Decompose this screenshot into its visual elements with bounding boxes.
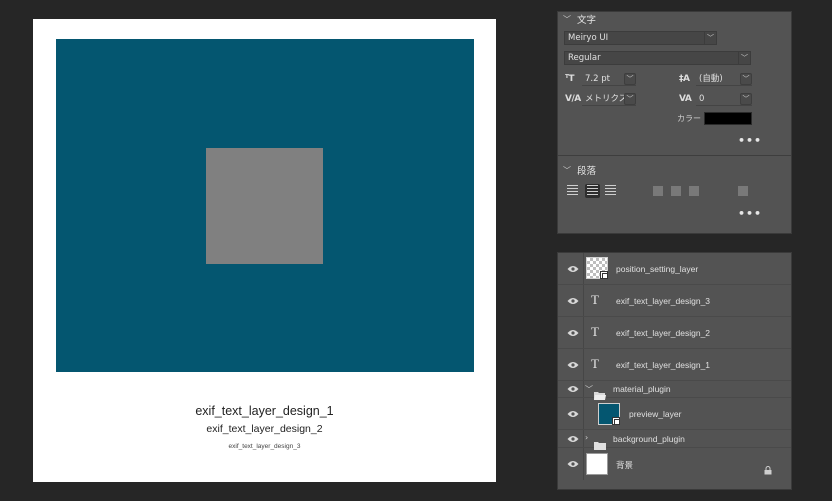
layer-name[interactable]: exif_text_layer_design_1 [616,360,710,370]
eye-divider [583,448,584,480]
eye-divider [583,253,584,284]
text-layer-icon: T [591,324,599,339]
layer-row[interactable]: T exif_text_layer_design_1 [558,349,791,381]
layer-row[interactable]: T exif_text_layer_design_2 [558,317,791,349]
justify-last-center-button[interactable] [671,186,681,196]
leading-value: (自動) [699,74,723,84]
photo-center-square [206,148,323,264]
layer-row[interactable]: 背景 [558,448,791,480]
align-center-button[interactable] [585,184,600,198]
caption-design-3: exif_text_layer_design_3 [228,443,301,450]
document-canvas[interactable]: exif_text_layer_design_1 exif_text_layer… [33,19,496,482]
layer-name[interactable]: position_setting_layer [616,264,698,274]
smart-object-icon [612,417,620,425]
leading-select[interactable]: (自動) ﹀ [696,73,752,86]
kerning-select[interactable]: メトリクス ﹀ [582,93,636,106]
layer-row[interactable]: T exif_text_layer_design_3 [558,285,791,317]
caption-design-2: exif_text_layer_design_2 [206,423,323,435]
preview-photo [56,39,474,372]
eye-icon[interactable] [567,435,579,443]
eye-icon[interactable] [567,265,579,273]
eye-icon[interactable] [567,361,579,369]
eye-divider [583,398,584,429]
eye-icon[interactable] [567,297,579,305]
chevron-down-icon[interactable]: ﹀ [585,384,593,395]
layers-panel: position_setting_layer T exif_text_layer… [557,252,792,490]
font-size-select[interactable]: 7.2 pt ﹀ [582,73,636,86]
chevron-down-icon: ﹀ [624,93,636,105]
tracking-icon: VA [679,94,692,104]
justify-last-right-button[interactable] [689,186,699,196]
eye-icon[interactable] [567,329,579,337]
font-family-value: Meiryo UI [568,33,609,43]
chevron-down-icon[interactable]: ﹀ [563,14,571,25]
layer-name[interactable]: 背景 [616,459,633,471]
layer-name[interactable]: background_plugin [613,434,685,444]
paragraph-title: 段落 [577,166,597,177]
eye-divider [583,430,584,447]
character-title: 文字 [577,15,597,26]
tracking-select[interactable]: 0 ﹀ [696,93,752,106]
kerning-icon: V/A [565,94,581,104]
paragraph-section-header[interactable]: ﹀ 段落 [558,163,597,178]
font-size-icon: ᵀT [565,74,575,84]
lock-icon[interactable] [764,460,772,475]
tracking-value: 0 [699,94,705,104]
layer-name[interactable]: material_plugin [613,384,671,394]
align-center-icon [587,185,598,196]
chevron-down-icon: ﹀ [740,73,752,85]
leading-icon: ‡A [679,74,690,84]
layer-group-row[interactable]: › background_plugin [558,430,791,450]
chevron-down-icon: ﹀ [740,93,752,105]
font-family-select[interactable]: Meiryo UI ﹀ [564,31,717,45]
font-size-value: 7.2 pt [585,74,610,84]
kerning-value: メトリクス [585,94,628,104]
chevron-down-icon: ﹀ [704,32,716,44]
layer-thumbnail [586,257,608,279]
layer-thumbnail [586,453,608,475]
chevron-down-icon: ﹀ [624,73,636,85]
layer-name[interactable]: preview_layer [629,409,681,419]
eye-divider [583,285,584,316]
chevron-down-icon[interactable]: ﹀ [563,165,571,176]
chevron-down-icon: ﹀ [738,52,750,64]
folder-open-icon [594,385,606,400]
eye-icon[interactable] [567,410,579,418]
eye-divider [583,381,584,397]
smart-object-icon [600,271,608,279]
font-style-value: Regular [568,53,601,63]
layer-row[interactable]: position_setting_layer [558,253,791,285]
layer-name[interactable]: exif_text_layer_design_3 [616,296,710,306]
align-left-button[interactable] [567,185,578,196]
layer-row[interactable]: preview_layer [558,398,791,430]
eye-divider [583,317,584,348]
eye-icon[interactable] [567,385,579,393]
text-layer-icon: T [591,356,599,371]
justify-all-button[interactable] [738,186,748,196]
character-panel: ﹀ 文字 Meiryo UI ﹀ Regular ﹀ ᵀT 7.2 pt ﹀ ‡… [557,11,792,234]
paragraph-more-button[interactable]: ••• [738,207,762,220]
eye-divider [583,349,584,380]
eye-icon[interactable] [567,460,579,468]
align-left-icon [567,185,578,196]
text-layer-icon: T [591,292,599,307]
text-color-swatch[interactable] [704,112,752,125]
font-style-select[interactable]: Regular ﹀ [564,51,751,65]
panel-divider [558,155,791,156]
align-right-icon [605,185,616,196]
layer-group-row[interactable]: ﹀ material_plugin [558,381,791,400]
color-label: カラー [677,114,701,123]
caption-design-1: exif_text_layer_design_1 [195,404,334,418]
chevron-right-icon[interactable]: › [585,433,588,442]
align-right-button[interactable] [605,185,616,196]
justify-last-left-button[interactable] [653,186,663,196]
character-section-header[interactable]: ﹀ 文字 [558,12,597,27]
character-more-button[interactable]: ••• [738,134,762,147]
folder-icon [594,435,606,450]
layer-thumbnail [598,403,620,425]
layer-name[interactable]: exif_text_layer_design_2 [616,328,710,338]
